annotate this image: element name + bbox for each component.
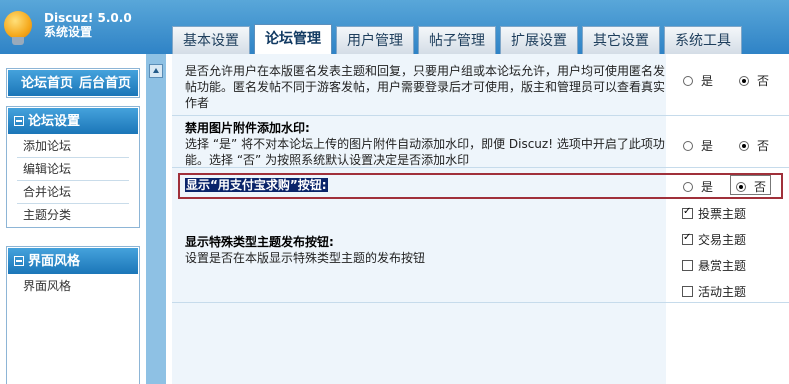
special-threads-text: 显示特殊类型主题发布按钮: 设置是否在本版显示特殊类型主题的发布按钮	[185, 234, 665, 266]
radio-yes[interactable]	[683, 140, 693, 151]
settings-panel: 是否允许用户在本版匿名发表主题和回复，只要用户组或本论坛允许，用户均可使用匿名发…	[172, 54, 789, 384]
forum-home-link[interactable]: 论坛首页	[21, 70, 73, 96]
ui-style-box: 界面风格 界面风格	[6, 246, 140, 384]
sidebar-item-add-forum[interactable]: 添加论坛	[17, 135, 129, 158]
radio-no[interactable]	[739, 140, 749, 151]
tab-basic[interactable]: 基本设置	[172, 26, 250, 54]
watermark-no[interactable]: 否	[739, 137, 769, 154]
anonymous-desc: 是否允许用户在本版匿名发表主题和回复，只要用户组或本论坛允许，用户均可使用匿名发…	[185, 64, 666, 110]
yes-label: 是	[701, 180, 714, 194]
alipay-no[interactable]: 否	[736, 178, 766, 195]
yes-label: 是	[701, 74, 714, 88]
option-reward[interactable]: 悬赏主题	[682, 257, 746, 274]
tab-tools[interactable]: 系统工具	[664, 26, 742, 54]
forum-settings-header[interactable]: 论坛设置	[7, 107, 139, 135]
ui-style-title: 界面风格	[28, 254, 81, 269]
setting-row-anonymous: 是否允许用户在本版匿名发表主题和回复，只要用户组或本论坛允许，用户均可使用匿名发…	[172, 54, 789, 116]
option-label: 悬赏主题	[698, 259, 747, 273]
collapse-icon[interactable]	[14, 116, 24, 126]
discuz-logo-icon	[4, 11, 32, 39]
option-label: 交易主题	[698, 233, 747, 247]
no-label: 否	[757, 139, 770, 153]
option-activity[interactable]: 活动主题	[682, 283, 746, 300]
forum-settings-title: 论坛设置	[28, 114, 81, 129]
app-subtitle: 系统设置	[44, 25, 93, 39]
app-name: Discuz! 5.0.0	[44, 11, 132, 25]
sidebar-item-ui-style[interactable]: 界面风格	[17, 275, 129, 298]
forum-settings-box: 论坛设置 添加论坛 编辑论坛 合并论坛 主题分类	[6, 106, 140, 228]
tab-users[interactable]: 用户管理	[336, 26, 414, 54]
checkbox[interactable]	[682, 206, 693, 219]
option-poll[interactable]: 投票主题	[682, 205, 746, 222]
logo-base	[12, 37, 24, 45]
sidebar: 论坛首页 后台首页 论坛设置 添加论坛 编辑论坛 合并论坛 主题分类 界面风格 …	[0, 54, 146, 384]
ui-style-header[interactable]: 界面风格	[7, 247, 139, 275]
option-label: 活动主题	[698, 285, 747, 299]
sidebar-item-edit-forum[interactable]: 编辑论坛	[17, 158, 129, 181]
collapse-icon[interactable]	[14, 256, 24, 266]
yes-label: 是	[701, 139, 714, 153]
no-label: 否	[757, 74, 770, 88]
option-label: 投票主题	[698, 207, 747, 221]
watermark-yes[interactable]: 是	[683, 137, 713, 154]
radio-no[interactable]	[736, 181, 746, 192]
special-threads-desc: 设置是否在本版显示特殊类型主题的发布按钮	[185, 251, 426, 265]
top-header: Discuz! 5.0.0 系统设置 基本设置 论坛管理 用户管理 帖子管理 扩…	[0, 0, 789, 54]
home-links: 论坛首页 后台首页	[7, 69, 139, 97]
tab-other[interactable]: 其它设置	[582, 26, 660, 54]
alipay-title: 显示“用支付宝求购”按钮:	[185, 178, 328, 192]
row-divider	[172, 302, 789, 303]
checkbox[interactable]	[682, 260, 693, 271]
radio-no[interactable]	[739, 75, 749, 86]
checkbox[interactable]	[682, 232, 693, 245]
anonymous-yes[interactable]: 是	[683, 72, 713, 89]
alipay-text: 显示“用支付宝求购”按钮:	[185, 177, 665, 193]
checkbox[interactable]	[682, 286, 693, 297]
sidebar-item-merge-forum[interactable]: 合并论坛	[17, 181, 129, 204]
option-trade[interactable]: 交易主题	[682, 231, 746, 248]
tab-posts[interactable]: 帖子管理	[418, 26, 496, 54]
sidebar-item-thread-types[interactable]: 主题分类	[17, 204, 129, 227]
radio-yes[interactable]	[683, 181, 693, 192]
alipay-yes[interactable]: 是	[683, 178, 713, 195]
watermark-text: 禁用图片附件添加水印: 选择 “是” 将不对本论坛上传的图片附件自动添加水印，即…	[185, 120, 665, 168]
radio-yes[interactable]	[683, 75, 693, 86]
home-links-box: 论坛首页 后台首页	[6, 68, 140, 98]
special-threads-title: 显示特殊类型主题发布按钮:	[185, 235, 334, 249]
frame-scroll-strip	[146, 54, 166, 384]
no-label: 否	[754, 180, 767, 194]
tab-extensions[interactable]: 扩展设置	[500, 26, 578, 54]
watermark-desc: 选择 “是” 将不对本论坛上传的图片附件自动添加水印，即便 Discuz! 选项…	[185, 137, 665, 167]
setting-row-watermark: 禁用图片附件添加水印: 选择 “是” 将不对本论坛上传的图片附件自动添加水印，即…	[172, 116, 789, 168]
anonymous-no[interactable]: 否	[739, 72, 769, 89]
brand: Discuz! 5.0.0 系统设置	[44, 11, 132, 39]
tab-forum[interactable]: 论坛管理	[254, 24, 332, 54]
admin-home-link[interactable]: 后台首页	[79, 70, 131, 96]
scroll-up-icon[interactable]	[149, 64, 163, 78]
main-tabs: 基本设置 论坛管理 用户管理 帖子管理 扩展设置 其它设置 系统工具	[172, 24, 742, 54]
watermark-title: 禁用图片附件添加水印:	[185, 121, 310, 135]
